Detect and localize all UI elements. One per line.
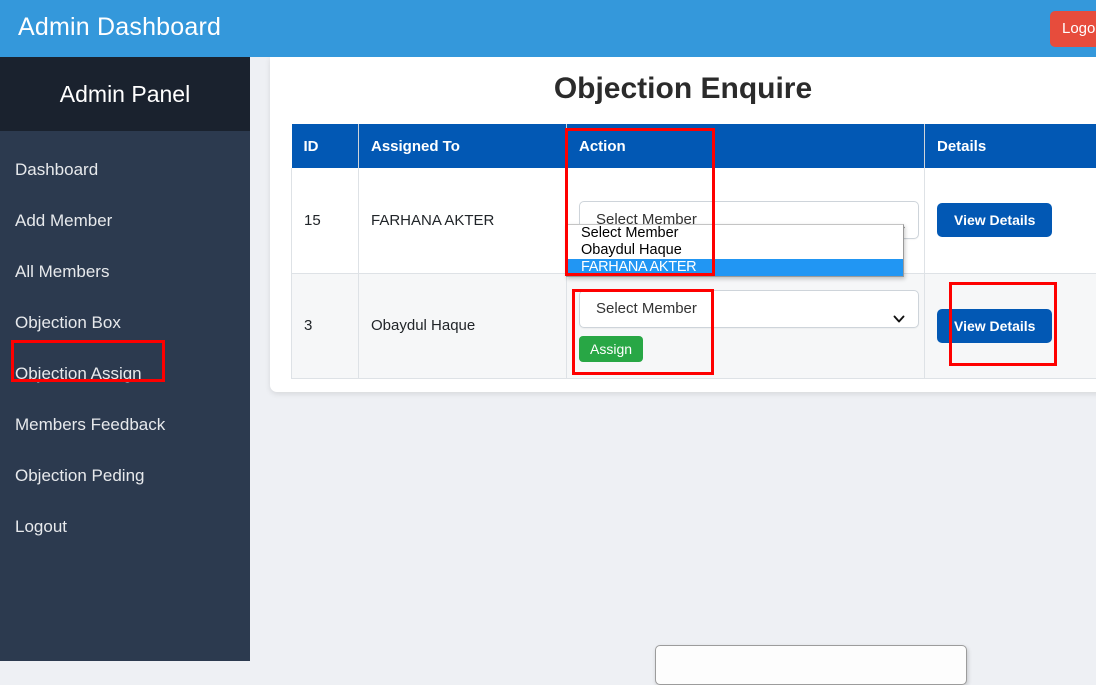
cell-details: View Details [925,168,1096,273]
column-header-id: ID [292,124,359,168]
assign-button-row2[interactable]: Assign [579,336,643,362]
cell-details: View Details [925,273,1096,378]
dropdown-option-farhana-akter[interactable]: FARHANA AKTER [567,259,903,276]
cell-assigned-to: Obaydul Haque [359,273,567,378]
dropdown-option-obaydul-haque[interactable]: Obaydul Haque [567,242,903,259]
cell-id: 3 [292,273,359,378]
sidebar-item-members-feedback[interactable]: Members Feedback [0,399,250,450]
cell-action: Select Member Assign [567,273,925,378]
column-header-assigned-to: Assigned To [359,124,567,168]
view-details-button-row1[interactable]: View Details [937,203,1052,237]
sidebar-item-all-members[interactable]: All Members [0,246,250,297]
view-details-button-row2[interactable]: View Details [937,309,1052,343]
top-header-bar: Admin Dashboard Logout [0,0,1096,57]
table-row: 3 Obaydul Haque Select Member [292,273,1096,378]
sidebar-nav: Dashboard Add Member All Members Objecti… [0,131,250,552]
page-title: Objection Enquire [270,57,1096,106]
logout-button[interactable]: Logout [1050,11,1096,47]
column-header-action: Action [567,124,925,168]
sidebar: Admin Panel Dashboard Add Member All Mem… [0,57,250,661]
sidebar-item-logout[interactable]: Logout [0,501,250,552]
dropdown-option-select-member[interactable]: Select Member [567,225,903,242]
member-select-dropdown-open[interactable]: Select Member Obaydul Haque FARHANA AKTE… [566,224,904,277]
sidebar-item-objection-assign[interactable]: Objection Assign [0,348,250,399]
app-title: Admin Dashboard [18,13,221,42]
sidebar-title: Admin Panel [60,81,190,108]
member-select-value-row2: Select Member [596,300,697,317]
sidebar-item-objection-box[interactable]: Objection Box [0,297,250,348]
main-content: Objection Enquire ID Assigned To Action … [250,57,1096,661]
member-select-row2[interactable]: Select Member [579,290,919,328]
cell-id: 15 [292,168,359,273]
sidebar-item-objection-peding[interactable]: Objection Peding [0,450,250,501]
sidebar-item-dashboard[interactable]: Dashboard [0,144,250,195]
bottom-partial-panel [655,645,967,685]
cell-assigned-to: FARHANA AKTER [359,168,567,273]
table-header-row: ID Assigned To Action Details [292,124,1096,168]
table-head: ID Assigned To Action Details [292,124,1096,168]
sidebar-header: Admin Panel [0,57,250,131]
chevron-down-icon [893,303,905,315]
column-header-details: Details [925,124,1096,168]
sidebar-item-add-member[interactable]: Add Member [0,195,250,246]
